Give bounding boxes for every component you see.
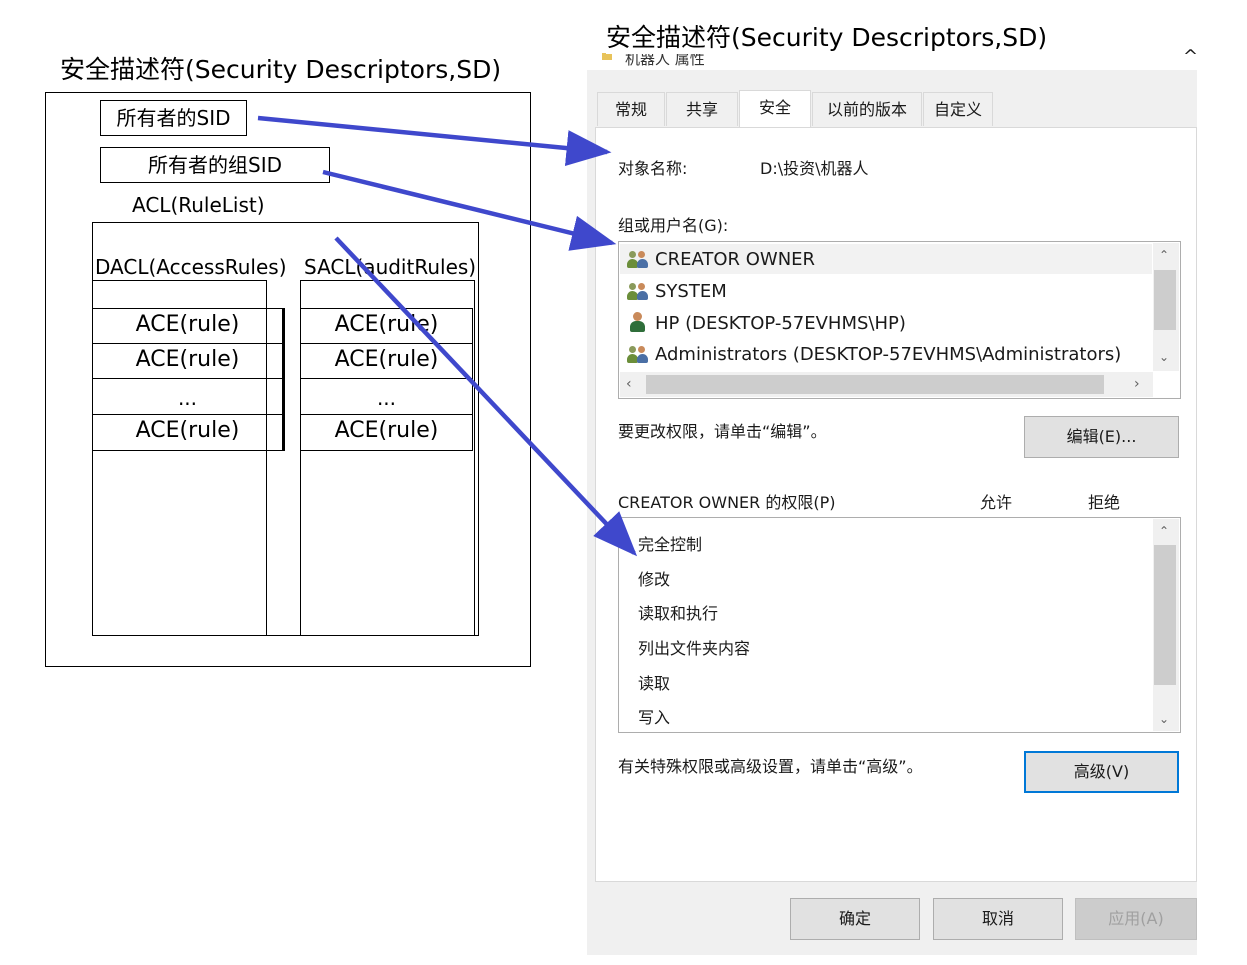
scroll-up-icon[interactable]: ⌃ bbox=[1159, 248, 1169, 262]
group-item-creator-owner[interactable]: CREATOR OWNER bbox=[655, 249, 815, 270]
permissions-label: CREATOR OWNER 的权限(P) bbox=[618, 493, 836, 512]
dacl-ace-row: ACE(rule) bbox=[92, 414, 283, 451]
allow-header: 允许 bbox=[980, 493, 1013, 512]
group-item-administrators[interactable]: Administrators (DESKTOP-57EVHMS\Administ… bbox=[655, 344, 1121, 365]
scroll-left-icon[interactable]: ‹ bbox=[626, 376, 632, 392]
dacl-ace-row: ACE(rule) bbox=[92, 343, 283, 379]
group-item-system[interactable]: SYSTEM bbox=[655, 281, 727, 302]
dacl-divider bbox=[283, 308, 285, 451]
tab-sharing[interactable]: 共享 bbox=[666, 92, 738, 126]
scroll-up-icon[interactable]: ⌃ bbox=[1159, 524, 1169, 538]
group-icon bbox=[627, 250, 649, 270]
edit-button[interactable]: 编辑(E)... bbox=[1024, 416, 1179, 458]
group-icon bbox=[627, 345, 649, 365]
permission-item: 修改 bbox=[638, 570, 671, 589]
tab-customize[interactable]: 自定义 bbox=[923, 92, 993, 126]
left-caption: 安全描述符(Security Descriptors,SD) bbox=[60, 55, 502, 84]
sacl-ace-row: ACE(rule) bbox=[300, 308, 473, 344]
owner-sid-box: 所有者的SID bbox=[100, 100, 247, 136]
advanced-button[interactable]: 高级(V) bbox=[1024, 751, 1179, 793]
tab-security[interactable]: 安全 bbox=[739, 90, 811, 128]
right-caption: 安全描述符(Security Descriptors,SD) bbox=[606, 18, 1052, 54]
collapse-icon[interactable]: ^ bbox=[1183, 46, 1198, 67]
group-icon bbox=[627, 282, 649, 302]
object-name-value: D:\投资\机器人 bbox=[760, 159, 869, 178]
tab-general[interactable]: 常规 bbox=[597, 92, 665, 126]
scroll-down-icon[interactable]: ⌄ bbox=[1159, 350, 1169, 364]
groups-label: 组或用户名(G): bbox=[618, 216, 729, 235]
object-name-label: 对象名称: bbox=[618, 159, 688, 178]
groups-hscroll-thumb[interactable] bbox=[646, 375, 1104, 394]
tab-previous-versions[interactable]: 以前的版本 bbox=[812, 92, 922, 126]
dacl-label: DACL(AccessRules) bbox=[95, 255, 287, 279]
permission-item: 列出文件夹内容 bbox=[638, 639, 751, 658]
sacl-ace-row: ... bbox=[300, 378, 473, 415]
acl-label: ACL(RuleList) bbox=[132, 193, 265, 217]
deny-header: 拒绝 bbox=[1088, 493, 1121, 512]
scroll-right-icon[interactable]: › bbox=[1134, 376, 1140, 392]
permission-item: 读取和执行 bbox=[638, 604, 719, 623]
change-hint: 要更改权限，请单击“编辑”。 bbox=[618, 422, 827, 441]
ok-button[interactable]: 确定 bbox=[790, 898, 920, 940]
group-sid-box: 所有者的组SID bbox=[100, 147, 330, 183]
groups-scroll-thumb[interactable] bbox=[1154, 270, 1176, 330]
scroll-down-icon[interactable]: ⌄ bbox=[1159, 712, 1169, 726]
sacl-label: SACL(auditRules) bbox=[304, 255, 477, 279]
group-item-hp[interactable]: HP (DESKTOP-57EVHMS\HP) bbox=[655, 313, 906, 334]
dacl-ace-row: ... bbox=[92, 378, 283, 415]
dacl-ace-row: ACE(rule) bbox=[92, 308, 283, 344]
sacl-ace-row: ACE(rule) bbox=[300, 414, 473, 451]
permission-item: 写入 bbox=[638, 708, 671, 727]
permissions-scroll-thumb[interactable] bbox=[1154, 545, 1176, 685]
apply-button[interactable]: 应用(A) bbox=[1075, 898, 1197, 940]
advanced-hint: 有关特殊权限或高级设置，请单击“高级”。 bbox=[618, 757, 923, 776]
permission-item: 读取 bbox=[638, 674, 671, 693]
permission-item: 完全控制 bbox=[638, 535, 703, 554]
permissions-listbox[interactable] bbox=[618, 517, 1181, 733]
cancel-button[interactable]: 取消 bbox=[933, 898, 1063, 940]
sacl-ace-row: ACE(rule) bbox=[300, 343, 473, 379]
user-icon bbox=[630, 312, 652, 332]
folder-icon bbox=[602, 53, 612, 60]
